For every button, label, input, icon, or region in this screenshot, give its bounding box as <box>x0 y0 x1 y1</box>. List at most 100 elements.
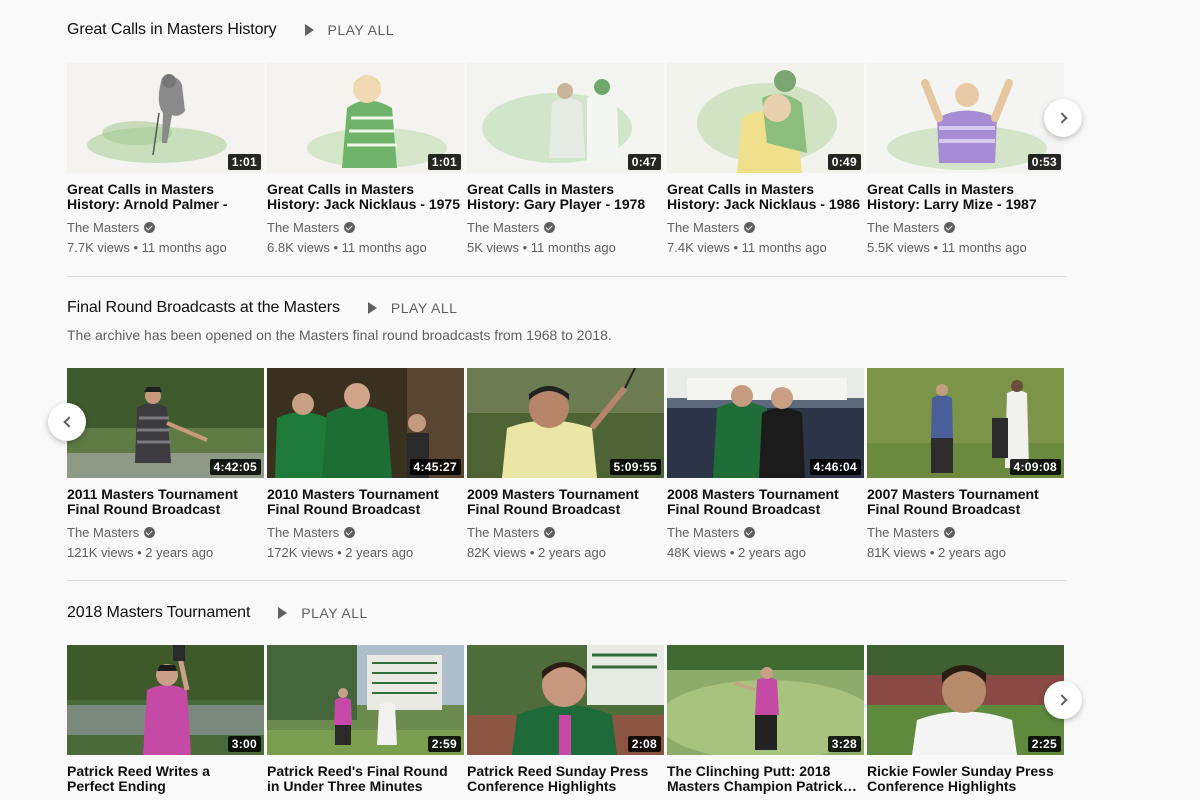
video-title[interactable]: Great Calls in Masters History: Jack Nic… <box>267 182 464 212</box>
verified-check-icon <box>344 222 356 233</box>
video-card[interactable]: 4:45:27 2010 Masters Tournament Final Ro… <box>267 368 464 560</box>
video-title[interactable]: Patrick Reed's Final Round in Under Thre… <box>267 764 464 794</box>
channel-name[interactable]: The Masters <box>267 525 464 540</box>
channel-label[interactable]: The Masters <box>67 220 139 235</box>
video-row: 4:42:05 2011 Masters Tournament Final Ro… <box>67 368 1067 560</box>
video-row: 1:01 Great Calls in Masters History: Arn… <box>67 63 1067 255</box>
verified-check-icon <box>144 527 156 538</box>
video-title[interactable]: 2011 Masters Tournament Final Round Broa… <box>67 487 264 517</box>
scroll-right-button[interactable] <box>1044 681 1082 719</box>
video-duration: 1:01 <box>427 154 461 170</box>
channel-label[interactable]: The Masters <box>67 525 139 540</box>
video-title[interactable]: 2008 Masters Tournament Final Round Broa… <box>667 487 864 517</box>
video-title[interactable]: Great Calls in Masters History: Gary Pla… <box>467 182 664 212</box>
verified-check-icon <box>744 222 756 233</box>
video-card[interactable]: 0:49 Great Calls in Masters History: Jac… <box>667 63 864 255</box>
video-duration: 2:59 <box>427 736 461 752</box>
channel-name[interactable]: The Masters <box>67 525 264 540</box>
channel-label[interactable]: The Masters <box>867 220 939 235</box>
video-thumbnail[interactable]: 3:28 <box>667 645 864 755</box>
channel-name[interactable]: The Masters <box>867 220 1064 235</box>
video-card[interactable]: 3:00 Patrick Reed Writes a Perfect Endin… <box>67 645 264 794</box>
verified-check-icon <box>544 527 556 538</box>
video-card[interactable]: 4:09:08 2007 Masters Tournament Final Ro… <box>867 368 1064 560</box>
video-meta: 121K views • 2 years ago <box>67 545 214 560</box>
shelf-title[interactable]: 2018 Masters Tournament <box>67 604 250 622</box>
shelf-divider <box>67 580 1067 581</box>
video-thumbnail[interactable]: 0:49 <box>667 63 864 173</box>
video-meta: 172K views • 2 years ago <box>267 545 414 560</box>
video-thumbnail[interactable]: 2:08 <box>467 645 664 755</box>
video-thumbnail[interactable]: 4:09:08 <box>867 368 1064 478</box>
shelf-header: 2018 Masters Tournament PLAY ALL <box>67 601 1067 625</box>
video-duration: 3:00 <box>227 736 261 752</box>
channel-label[interactable]: The Masters <box>667 525 739 540</box>
verified-check-icon <box>144 222 156 233</box>
video-title[interactable]: 2007 Masters Tournament Final Round Broa… <box>867 487 1064 517</box>
channel-label[interactable]: The Masters <box>667 220 739 235</box>
channel-label[interactable]: The Masters <box>867 525 939 540</box>
video-card[interactable]: 2:59 Patrick Reed's Final Round in Under… <box>267 645 464 794</box>
channel-label[interactable]: The Masters <box>467 525 539 540</box>
video-duration: 0:53 <box>1027 154 1061 170</box>
video-thumbnail[interactable]: 5:09:55 <box>467 368 664 478</box>
video-meta: 5.5K views • 11 months ago <box>867 240 1027 255</box>
video-thumbnail[interactable]: 4:45:27 <box>267 368 464 478</box>
video-thumbnail[interactable]: 3:00 <box>67 645 264 755</box>
play-all-label: PLAY ALL <box>390 300 458 316</box>
video-thumbnail[interactable]: 1:01 <box>67 63 264 173</box>
channel-name[interactable]: The Masters <box>667 525 864 540</box>
video-title[interactable]: Patrick Reed Sunday Press Conference Hig… <box>467 764 664 794</box>
play-all-button[interactable]: PLAY ALL <box>278 605 368 621</box>
video-card[interactable]: 1:01 Great Calls in Masters History: Jac… <box>267 63 464 255</box>
channel-name[interactable]: The Masters <box>67 220 264 235</box>
video-duration: 4:45:27 <box>409 459 461 475</box>
channel-name[interactable]: The Masters <box>267 220 464 235</box>
video-card[interactable]: 2:25 Rickie Fowler Sunday Press Conferen… <box>867 645 1064 794</box>
scroll-right-button[interactable] <box>1044 99 1082 137</box>
video-card[interactable]: 1:01 Great Calls in Masters History: Arn… <box>67 63 264 255</box>
shelf-great-calls: Great Calls in Masters History PLAY ALL … <box>67 18 1067 255</box>
chevron-left-icon <box>62 416 75 428</box>
video-thumbnail[interactable]: 4:46:04 <box>667 368 864 478</box>
video-meta: 81K views • 2 years ago <box>867 545 1006 560</box>
video-title[interactable]: 2009 Masters Tournament Final Round Broa… <box>467 487 664 517</box>
video-meta: 5K views • 11 months ago <box>467 240 616 255</box>
channel-name[interactable]: The Masters <box>667 220 864 235</box>
channel-name[interactable]: The Masters <box>467 220 664 235</box>
channel-label[interactable]: The Masters <box>267 525 339 540</box>
video-thumbnail[interactable]: 1:01 <box>267 63 464 173</box>
video-thumbnail[interactable]: 2:59 <box>267 645 464 755</box>
video-card[interactable]: 4:46:04 2008 Masters Tournament Final Ro… <box>667 368 864 560</box>
video-title[interactable]: Great Calls in Masters History: Larry Mi… <box>867 182 1064 212</box>
video-card[interactable]: 0:47 Great Calls in Masters History: Gar… <box>467 63 664 255</box>
video-row: 3:00 Patrick Reed Writes a Perfect Endin… <box>67 645 1067 794</box>
play-all-button[interactable]: PLAY ALL <box>304 22 395 38</box>
video-card[interactable]: 3:28 The Clinching Putt: 2018 Masters Ch… <box>667 645 864 794</box>
video-thumbnail[interactable]: 2:25 <box>867 645 1064 755</box>
channel-label[interactable]: The Masters <box>467 220 539 235</box>
video-thumbnail[interactable]: 0:47 <box>467 63 664 173</box>
video-card[interactable]: 4:42:05 2011 Masters Tournament Final Ro… <box>67 368 264 560</box>
video-card[interactable]: 2:08 Patrick Reed Sunday Press Conferenc… <box>467 645 664 794</box>
chevron-right-icon <box>1055 694 1068 706</box>
video-thumbnail[interactable]: 0:53 <box>867 63 1064 173</box>
video-title[interactable]: Great Calls in Masters History: Arnold P… <box>67 182 264 212</box>
video-title[interactable]: 2010 Masters Tournament Final Round Broa… <box>267 487 464 517</box>
shelf-title[interactable]: Great Calls in Masters History <box>67 21 277 39</box>
video-thumbnail[interactable]: 4:42:05 <box>67 368 264 478</box>
play-all-button[interactable]: PLAY ALL <box>367 300 458 316</box>
video-title[interactable]: Rickie Fowler Sunday Press Conference Hi… <box>867 764 1064 794</box>
shelf-title[interactable]: Final Round Broadcasts at the Masters <box>67 299 340 317</box>
video-card[interactable]: 5:09:55 2009 Masters Tournament Final Ro… <box>467 368 664 560</box>
channel-name[interactable]: The Masters <box>867 525 1064 540</box>
shelf-header: Great Calls in Masters History PLAY ALL <box>67 18 1067 42</box>
scroll-left-button[interactable] <box>48 403 86 441</box>
video-title[interactable]: The Clinching Putt: 2018 Masters Champio… <box>667 764 864 794</box>
video-title[interactable]: Great Calls in Masters History: Jack Nic… <box>667 182 864 212</box>
video-card[interactable]: 0:53 Great Calls in Masters History: Lar… <box>867 63 1064 255</box>
verified-check-icon <box>344 527 356 538</box>
video-title[interactable]: Patrick Reed Writes a Perfect Ending <box>67 764 264 794</box>
channel-name[interactable]: The Masters <box>467 525 664 540</box>
channel-label[interactable]: The Masters <box>267 220 339 235</box>
